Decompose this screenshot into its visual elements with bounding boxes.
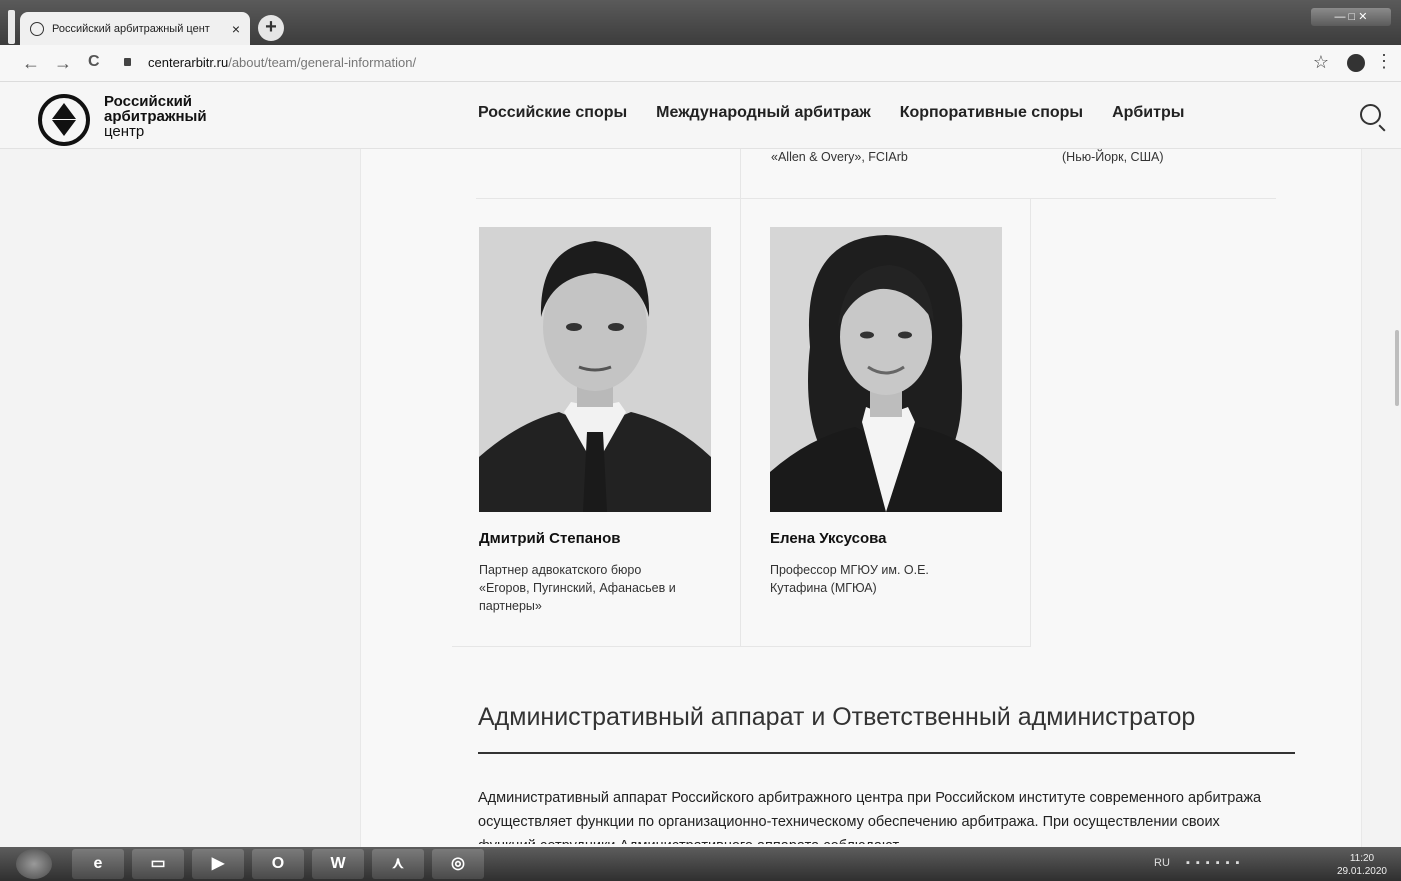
clock-time: 11:20: [1349, 853, 1375, 864]
main-nav: Российские споры Международный арбитраж …: [478, 104, 1184, 122]
tab-close-icon[interactable]: ×: [232, 21, 240, 37]
ie-icon[interactable]: e: [72, 849, 124, 879]
logo-line-2: арбитражный: [104, 108, 207, 125]
nav-item-arbitrators[interactable]: Арбитры: [1112, 104, 1184, 122]
logo-text[interactable]: Российский арбитражный центр: [104, 94, 207, 139]
logo-line-1: Российский: [104, 93, 193, 110]
window-controls[interactable]: — □ ✕: [1311, 8, 1391, 26]
browser-tabbar: Российский арбитражный цент × + — □ ✕: [0, 0, 1401, 45]
address-bar: ← → C centerarbitr.ru/about/team/general…: [0, 45, 1401, 82]
site-header: Российский арбитражный центр Российские …: [0, 82, 1401, 149]
tab-title: Российский арбитражный цент: [52, 22, 210, 35]
clock-date: 29.01.2020: [1336, 866, 1387, 877]
tray-icons[interactable]: ▪▪▪▪▪▪: [1186, 857, 1245, 869]
nav-item-corporate-disputes[interactable]: Корпоративные споры: [900, 104, 1083, 122]
prev-card-location: (Нью-Йорк, США): [1062, 150, 1164, 164]
forward-icon[interactable]: →: [54, 53, 72, 74]
new-tab-button[interactable]: +: [258, 15, 284, 41]
lock-icon: [124, 58, 131, 66]
url-field[interactable]: centerarbitr.ru/about/team/general-infor…: [148, 55, 416, 70]
explorer-icon[interactable]: ▭: [132, 849, 184, 879]
nav-item-international-arbitration[interactable]: Международный арбитраж: [656, 104, 871, 122]
section-title: Административный аппарат и Ответственный…: [478, 703, 1196, 731]
start-button[interactable]: [16, 849, 52, 879]
person-photo-stepanov[interactable]: [479, 227, 711, 512]
bookmark-star-icon[interactable]: ☆: [1313, 52, 1329, 73]
window-edge: [8, 10, 15, 44]
account-icon[interactable]: [1347, 54, 1365, 72]
url-host: centerarbitr.ru: [148, 55, 229, 70]
acrobat-icon[interactable]: ⋏: [372, 849, 424, 879]
prev-card-description: «Allen & Overy», FCIArb: [771, 150, 908, 164]
clock[interactable]: 11:20 29.01.2020: [1337, 852, 1387, 878]
page-scrollbar[interactable]: [1395, 330, 1399, 406]
desc-line: Кутафина (МГЮА): [770, 581, 877, 595]
reload-icon[interactable]: C: [88, 53, 100, 71]
desc-line: Партнер адвокатского бюро: [479, 563, 642, 577]
person-description: Партнер адвокатского бюро «Егоров, Пугин…: [479, 561, 719, 615]
section-divider: [478, 752, 1295, 754]
desc-line: партнеры»: [479, 599, 542, 613]
back-icon[interactable]: ←: [22, 53, 40, 74]
site-favicon-icon: [30, 21, 44, 36]
person-name[interactable]: Елена Уксусова: [770, 530, 887, 547]
url-path: /about/team/general-information/: [228, 55, 417, 70]
nav-item-russian-disputes[interactable]: Российские споры: [478, 104, 627, 122]
browser-tab[interactable]: Российский арбитражный цент ×: [20, 12, 250, 45]
desc-line: Профессор МГЮУ им. О.Е.: [770, 563, 929, 577]
logo-arrow-up: [52, 103, 76, 119]
outlook-icon[interactable]: O: [252, 849, 304, 879]
search-icon[interactable]: [1360, 104, 1381, 125]
logo-line-3: центр: [104, 123, 145, 140]
browser-menu-icon[interactable]: ⋮: [1375, 51, 1393, 72]
desc-line: «Егоров, Пугинский, Афанасьев и: [479, 581, 676, 595]
logo-icon[interactable]: [38, 94, 90, 146]
media-player-icon[interactable]: ▶: [192, 849, 244, 879]
section-text: Административный аппарат Российского арб…: [478, 790, 1262, 844]
person-description: Профессор МГЮУ им. О.Е. Кутафина (МГЮА): [770, 561, 1010, 597]
chrome-icon[interactable]: ◎: [432, 849, 484, 879]
language-indicator[interactable]: RU: [1154, 857, 1170, 869]
os-taskbar: e ▭ ▶ O W ⋏ ◎ RU ▪▪▪▪▪▪ 11:20 29.01.2020: [0, 847, 1401, 881]
word-icon[interactable]: W: [312, 849, 364, 879]
person-photo-uksusova[interactable]: [770, 227, 1002, 512]
logo-arrow-down: [52, 120, 76, 136]
person-name[interactable]: Дмитрий Степанов: [479, 530, 621, 547]
